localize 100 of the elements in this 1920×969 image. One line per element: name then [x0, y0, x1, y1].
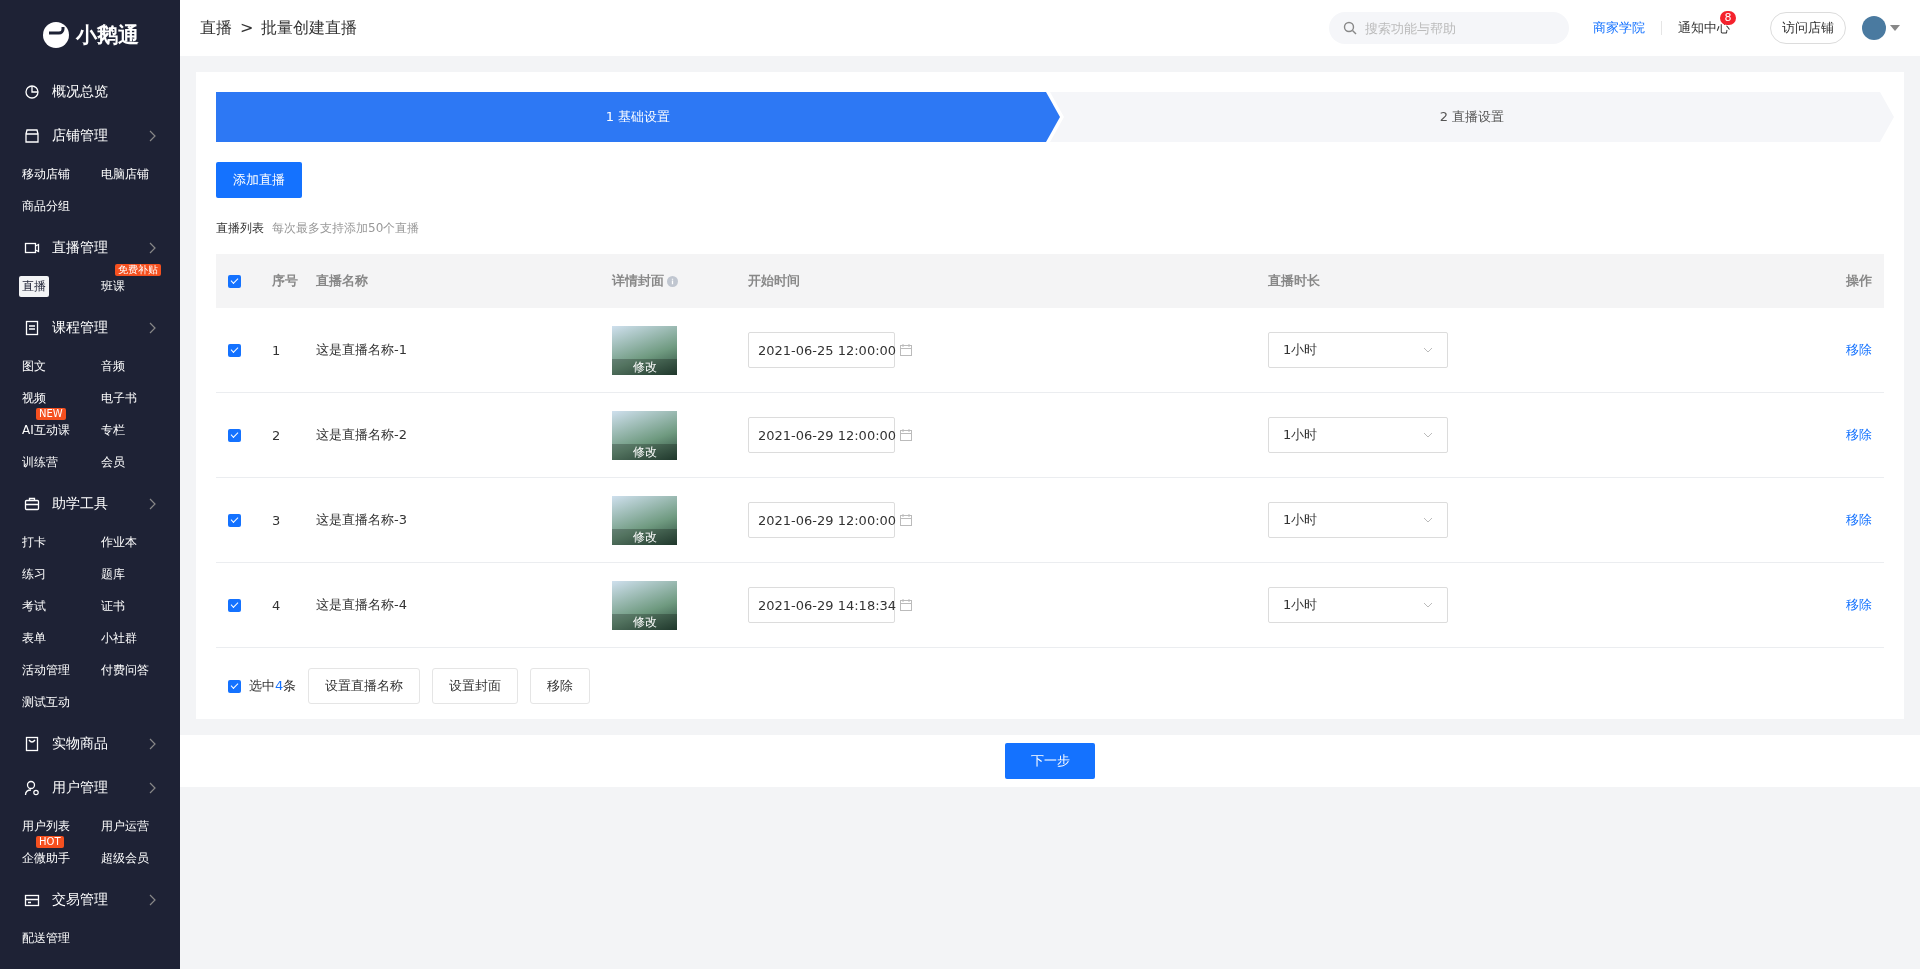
table-cell-text: 这是直播名称-3 [316, 511, 408, 529]
sidebar-item[interactable]: 会员 [98, 451, 128, 473]
sidebar-item[interactable]: 移动店铺 [19, 163, 73, 185]
goods-icon [24, 736, 40, 752]
sidebar-item[interactable]: 证书 [98, 595, 128, 617]
sidebar-item[interactable]: 题库 [98, 563, 128, 585]
table-cell-text: 这是直播名称-4 [316, 596, 408, 614]
edit-cover-button[interactable]: 修改 [612, 528, 677, 545]
remove-link[interactable]: 移除 [1846, 342, 1872, 357]
checkbox[interactable] [228, 679, 241, 693]
sidebar-item[interactable]: 练习 [19, 563, 49, 585]
course-icon [24, 320, 40, 336]
sidebar-badge: HOT [36, 836, 64, 848]
remove-link[interactable]: 移除 [1846, 597, 1872, 612]
chevron-icon[interactable] [148, 782, 156, 794]
sidebar-item[interactable]: 班课 [98, 275, 128, 297]
sidebar-item[interactable]: 配送管理 [19, 927, 73, 949]
sidebar-item[interactable]: 打卡 [19, 531, 49, 553]
chevron-icon [1423, 347, 1433, 353]
table-cell-text: 这是直播名称-1 [316, 341, 408, 359]
sidebar-item[interactable]: 商品分组 [19, 195, 73, 217]
sidebar-group-title[interactable]: 实物商品 [52, 735, 136, 753]
selected-count-text: 选中4条 [249, 677, 297, 695]
sidebar-item[interactable]: 图文 [19, 355, 49, 377]
sidebar-group-title[interactable]: 交易管理 [52, 891, 136, 909]
sidebar-group-title[interactable]: 直播管理 [52, 239, 136, 257]
overview-icon [24, 84, 40, 100]
table-cell-text: 3 [272, 512, 282, 528]
notification-count-badge: 8 [1720, 11, 1736, 25]
remove-link[interactable]: 移除 [1846, 427, 1872, 442]
photo-placeholder [612, 325, 677, 375]
duration-select[interactable]: 1小时 [1268, 587, 1448, 623]
sidebar-group-title[interactable]: 概况总览 [52, 83, 156, 101]
calendar-icon [900, 599, 913, 611]
batch-action-button[interactable]: 移除 [530, 668, 591, 704]
sidebar-item[interactable]: 用户运营 [98, 815, 152, 837]
sidebar-group-title[interactable]: 助学工具 [52, 495, 136, 513]
visit-shop-button[interactable]: 访问店铺 [1770, 12, 1846, 44]
checkbox[interactable] [228, 598, 241, 612]
sidebar-group-title[interactable]: 课程管理 [52, 319, 136, 337]
caret-icon[interactable] [1890, 25, 1900, 31]
chevron-icon[interactable] [148, 738, 156, 750]
sidebar-item[interactable]: AI互动课 [19, 419, 73, 441]
column-header: 直播时长 [1268, 272, 1321, 290]
sidebar-item[interactable]: 用户列表 [19, 815, 73, 837]
batch-action-button[interactable]: 设置封面 [432, 668, 519, 704]
batch-action-button[interactable]: 设置直播名称 [308, 668, 421, 704]
sidebar-item[interactable]: 考试 [19, 595, 49, 617]
next-step-button[interactable]: 下一步 [1005, 743, 1095, 779]
logo-text: 小鹅通 [75, 22, 139, 49]
column-header: 直播名称 [316, 272, 369, 290]
sidebar-item[interactable]: 小社群 [98, 627, 140, 649]
checkbox[interactable] [228, 343, 241, 357]
sidebar-item[interactable]: 活动管理 [19, 659, 73, 681]
table-cell-text: 4 [272, 597, 282, 613]
edit-cover-button[interactable]: 修改 [612, 358, 677, 375]
list-title: 直播列表 [216, 219, 264, 237]
remove-link[interactable]: 移除 [1846, 512, 1872, 527]
sidebar-group-title[interactable]: 用户管理 [52, 779, 136, 797]
sidebar-badge: NEW [36, 408, 66, 420]
breadcrumb-link[interactable]: 直播 [200, 17, 232, 39]
sidebar-item[interactable]: 付费问答 [98, 659, 152, 681]
sidebar-group-title[interactable]: 店铺管理 [52, 127, 136, 145]
search-field[interactable]: 搜索功能与帮助 [1329, 12, 1569, 44]
sidebar-item[interactable]: 作业本 [98, 531, 140, 553]
edit-cover-button[interactable]: 修改 [612, 443, 677, 460]
checkbox[interactable] [228, 513, 241, 527]
table-cell-text: 这是直播名称-2 [316, 426, 408, 444]
sidebar-item[interactable]: 电子书 [98, 387, 140, 409]
sidebar-item[interactable]: 企微助手 [19, 847, 73, 869]
column-header: 详情封面 [612, 272, 664, 290]
sidebar-item[interactable]: 专栏 [98, 419, 128, 441]
sidebar-item[interactable]: 表单 [19, 627, 49, 649]
academy-link[interactable]: 商家学院 [1593, 19, 1645, 37]
add-live-button[interactable]: 添加直播 [216, 162, 302, 198]
sidebar-item[interactable]: 直播 [19, 275, 49, 297]
duration-select[interactable]: 1小时 [1268, 417, 1448, 453]
chevron-icon[interactable] [148, 130, 156, 142]
shop-icon [24, 128, 40, 144]
checkbox[interactable] [228, 428, 241, 442]
sidebar-item[interactable]: 视频 [19, 387, 49, 409]
chevron-icon[interactable] [148, 242, 156, 254]
avatar[interactable] [1862, 16, 1886, 40]
logo-icon [41, 21, 70, 49]
sidebar-item[interactable]: 电脑店铺 [98, 163, 152, 185]
chevron-icon[interactable] [148, 498, 156, 510]
duration-select[interactable]: 1小时 [1268, 502, 1448, 538]
edit-cover-button[interactable]: 修改 [612, 613, 677, 630]
sidebar-item[interactable]: 音频 [98, 355, 128, 377]
calendar-icon [900, 429, 913, 441]
trade-icon [24, 892, 40, 908]
duration-select[interactable]: 1小时 [1268, 332, 1448, 368]
chevron-icon[interactable] [148, 894, 156, 906]
sidebar-item[interactable]: 超级会员 [98, 847, 152, 869]
user-icon [24, 780, 40, 796]
tools-icon [24, 496, 40, 512]
chevron-icon[interactable] [148, 322, 156, 334]
sidebar-item[interactable]: 测试互动 [19, 691, 73, 713]
sidebar-item[interactable]: 训练营 [19, 451, 61, 473]
checkbox[interactable] [228, 274, 241, 288]
